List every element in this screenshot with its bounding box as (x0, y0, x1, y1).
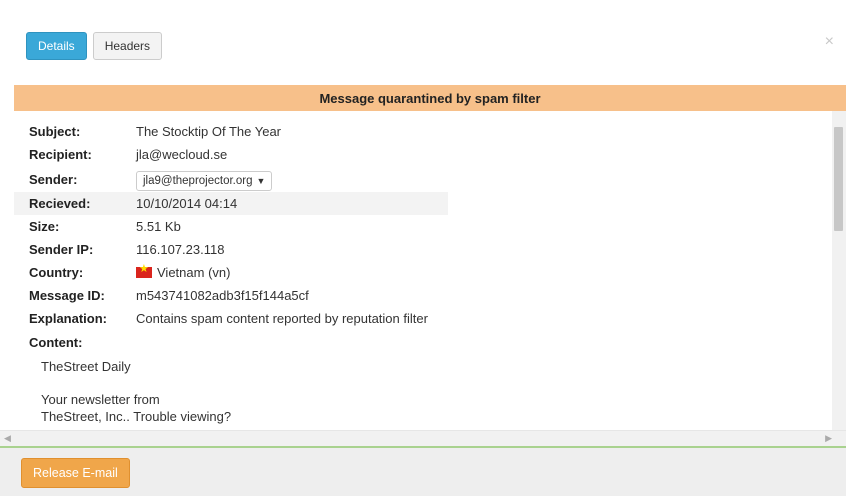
tab-bar: Details Headers (26, 32, 163, 60)
size-label: Size: (29, 219, 60, 234)
sender-dropdown-value: jla9@theprojector.org (143, 174, 253, 187)
email-line: Your newsletter from (41, 392, 160, 407)
sender-label: Sender: (29, 171, 78, 187)
modal-top (0, 0, 846, 10)
email-line: TheStreet Daily (41, 359, 131, 374)
sender-row: Sender: jla9@theprojector.org ▼ (14, 166, 474, 192)
release-email-button[interactable]: Release E-mail (21, 458, 130, 488)
close-icon[interactable]: × (825, 34, 834, 50)
tab-details[interactable]: Details (26, 32, 87, 60)
scroll-right-icon[interactable]: ▶ (825, 433, 832, 444)
message-details-panel[interactable]: Subject: The Stocktip Of The Year Recipi… (14, 111, 832, 430)
scrollbar-thumb[interactable] (834, 127, 843, 231)
message-id-value: m543741082adb3f15f144a5cf (136, 288, 309, 303)
vertical-scrollbar[interactable] (832, 111, 846, 430)
quarantine-banner: Message quarantined by spam filter (14, 85, 846, 111)
modal-footer: Release E-mail (0, 448, 846, 496)
email-body: TheStreet Daily Your newsletter from The… (14, 358, 474, 425)
subject-row: Subject: The Stocktip Of The Year (14, 120, 474, 143)
country-value-wrap: ★ Vietnam (vn) (136, 264, 231, 280)
email-line: TheStreet, Inc.. Trouble viewing? (41, 409, 232, 424)
received-value: 10/10/2014 04:14 (136, 196, 238, 211)
explanation-row: Explanation: Contains spam content repor… (14, 307, 474, 330)
recipient-row: Recipient: jla@wecloud.se (14, 143, 474, 166)
recipient-label: Recipient: (29, 147, 92, 162)
details-list: Subject: The Stocktip Of The Year Recipi… (14, 120, 474, 425)
horizontal-scrollbar[interactable]: ◀ ▶ (0, 430, 846, 446)
country-row: Country: ★ Vietnam (vn) (14, 261, 474, 284)
sender-value-wrap: jla9@theprojector.org ▼ (136, 168, 273, 191)
scroll-left-icon[interactable]: ◀ (4, 433, 11, 444)
received-row: Recieved: 10/10/2014 04:14 (14, 192, 448, 215)
country-label: Country: (29, 265, 84, 280)
size-row: Size: 5.51 Kb (14, 215, 474, 238)
message-id-label: Message ID: (29, 288, 105, 303)
recipient-value: jla@wecloud.se (136, 147, 228, 162)
chevron-down-icon: ▼ (256, 175, 266, 186)
message-id-row: Message ID: m543741082adb3f15f144a5cf (14, 284, 474, 307)
vietnam-flag-icon: ★ (136, 264, 152, 278)
content-label: Content: (29, 334, 83, 350)
content-row: Content: (14, 332, 474, 352)
sender-dropdown[interactable]: jla9@theprojector.org ▼ (136, 170, 273, 191)
subject-value: The Stocktip Of The Year (136, 124, 282, 139)
size-value: 5.51 Kb (136, 219, 181, 234)
received-label: Recieved: (29, 196, 91, 211)
sender-ip-value: 116.107.23.118 (136, 242, 225, 257)
sender-ip-label: Sender IP: (29, 242, 94, 257)
explanation-label: Explanation: (29, 311, 108, 326)
sender-ip-row: Sender IP: 116.107.23.118 (14, 238, 474, 261)
country-value: Vietnam (vn) (157, 265, 231, 280)
subject-label: Subject: (29, 124, 81, 139)
tab-headers[interactable]: Headers (92, 32, 163, 60)
explanation-value: Contains spam content reported by reputa… (136, 311, 428, 326)
